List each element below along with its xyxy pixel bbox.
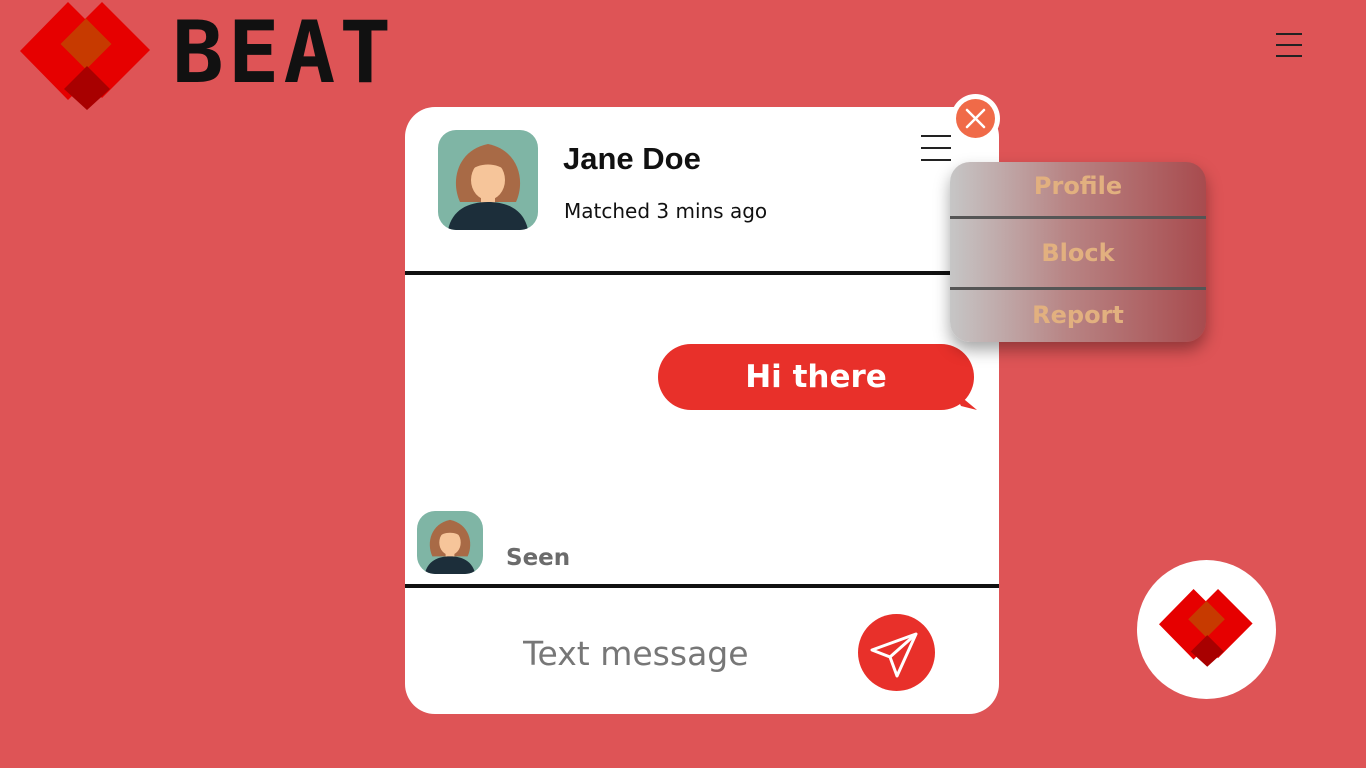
contact-name: Jane Doe [563, 141, 701, 176]
hamburger-icon [1276, 33, 1302, 35]
close-chat-button[interactable] [951, 94, 1000, 143]
heart-diamond-logo-icon [1159, 589, 1253, 667]
bubble-tail-icon [953, 390, 977, 410]
user-avatar-icon [448, 144, 528, 230]
chat-window: Jane Doe Matched 3 mins ago Hi there See… [405, 107, 999, 714]
main-menu-button[interactable] [1274, 30, 1304, 60]
message-bubble[interactable]: Hi there [658, 344, 974, 410]
user-avatar-icon [424, 519, 476, 574]
seen-avatar [417, 511, 483, 574]
read-receipt: Seen [506, 545, 571, 571]
paper-plane-icon [870, 632, 918, 678]
menu-item-block[interactable]: Block [950, 239, 1206, 267]
close-x-icon [965, 108, 986, 129]
home-logo-button[interactable] [1137, 560, 1276, 699]
chat-options-menu: Profile Block Report [950, 162, 1206, 342]
match-status: Matched 3 mins ago [564, 199, 768, 223]
brand-logo[interactable] [20, 2, 150, 110]
chat-options-button[interactable] [920, 132, 952, 162]
header-divider [405, 271, 999, 275]
menu-item-report[interactable]: Report [950, 301, 1206, 329]
heart-diamond-logo-icon [20, 2, 150, 110]
send-button[interactable] [858, 614, 935, 691]
message-text: Hi there [745, 359, 887, 395]
input-divider [405, 584, 999, 588]
brand-name: BEAT [172, 3, 396, 103]
menu-item-profile[interactable]: Profile [950, 172, 1206, 200]
message-input[interactable] [523, 625, 843, 681]
contact-avatar[interactable] [438, 130, 538, 230]
menu-divider [950, 287, 1206, 290]
hamburger-icon [921, 135, 951, 137]
menu-divider [950, 216, 1206, 219]
